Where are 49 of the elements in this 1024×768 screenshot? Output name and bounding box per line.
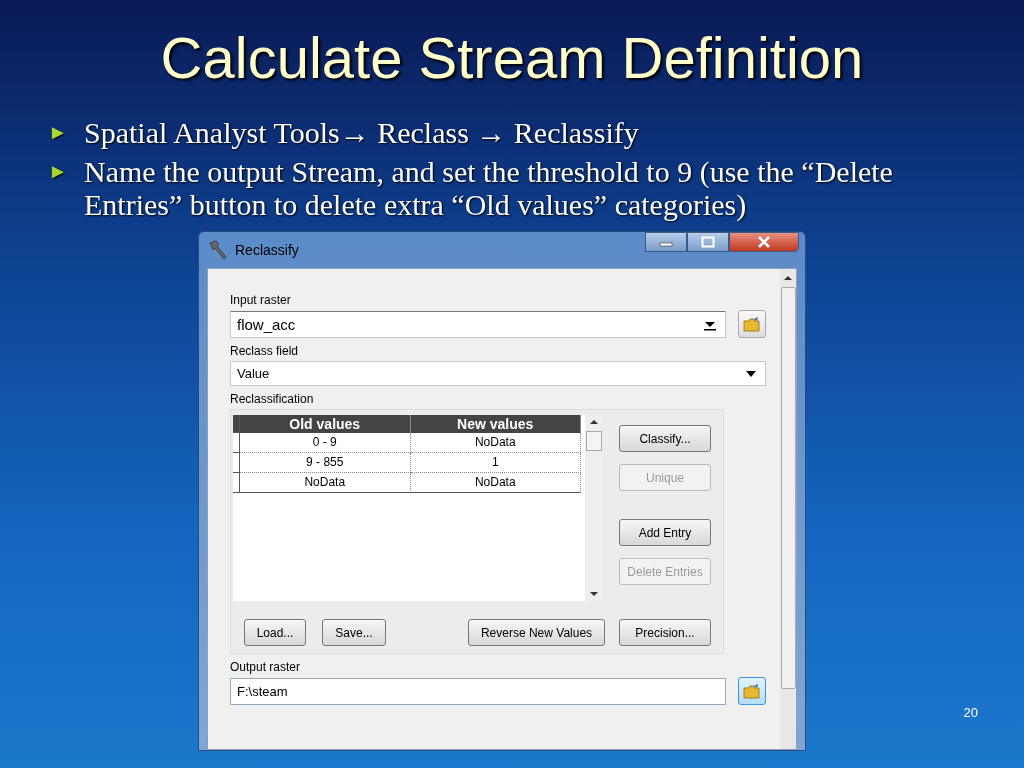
bullet-marker: ►	[48, 120, 68, 145]
scroll-up-icon	[783, 275, 793, 281]
dropdown-arrow-icon	[745, 369, 757, 378]
page-number: 20	[963, 705, 978, 720]
column-header: Old values	[240, 415, 411, 433]
row-header[interactable]	[233, 473, 240, 493]
window-title: Reclassify	[235, 242, 299, 258]
scroll-up-icon	[589, 419, 599, 425]
dialog-button[interactable]: Add Entry	[619, 519, 711, 546]
output-raster-field[interactable]: F:\steam	[230, 677, 726, 705]
scroll-down-icon	[589, 591, 599, 597]
row-header[interactable]	[233, 433, 240, 453]
reclass-field-dropdown[interactable]: Value	[230, 361, 766, 386]
browse-button[interactable]	[738, 677, 766, 705]
input-raster-dropdown[interactable]: flow_acc	[230, 310, 726, 338]
bullet-text: Name the output Stream, and set the threshold to 9 (use the “Delete Entries” button to delete extra “Old values” categories)	[84, 155, 894, 221]
field-label: Reclass field	[230, 344, 300, 358]
table-cell: 1	[410, 453, 581, 473]
browse-button[interactable]	[738, 310, 766, 338]
corner-header	[233, 415, 240, 433]
dialog-button[interactable]: Load...	[244, 619, 306, 646]
dialog-button[interactable]: Save...	[322, 619, 386, 646]
dialog-button[interactable]: Reverse New Values	[468, 619, 605, 646]
hammer-icon	[207, 239, 229, 261]
table-cell: NoData	[240, 473, 411, 493]
table-cell: NoData	[410, 433, 581, 453]
close-button[interactable]	[729, 232, 799, 252]
minimize-button[interactable]	[645, 232, 687, 252]
scrollbar[interactable]	[780, 269, 796, 749]
table-cell: 0 - 9	[240, 433, 411, 453]
maximize-button[interactable]	[687, 232, 729, 252]
folder-icon	[743, 316, 761, 332]
table-cell: NoData	[410, 473, 581, 493]
bullet-text: Spatial Analyst Tools→ Reclass → Reclassify	[84, 116, 640, 149]
slide-title: Calculate Stream Definition	[159, 24, 865, 92]
folder-icon	[743, 683, 761, 699]
field-label: Input raster	[230, 293, 292, 307]
maximize-icon	[701, 236, 715, 248]
dialog-button[interactable]: Precision...	[619, 619, 711, 646]
field-label: Output raster	[230, 660, 302, 674]
column-header: New values	[410, 415, 581, 433]
bullet-marker: ►	[48, 159, 68, 184]
row-header[interactable]	[233, 453, 240, 473]
dialog-button[interactable]: Classify...	[619, 425, 711, 452]
field-label: Reclassification	[230, 392, 315, 406]
table-cell: 9 - 855	[240, 453, 411, 473]
scroll-thumb[interactable]	[586, 431, 602, 451]
close-icon	[757, 236, 771, 248]
scroll-thumb[interactable]	[780, 287, 796, 689]
